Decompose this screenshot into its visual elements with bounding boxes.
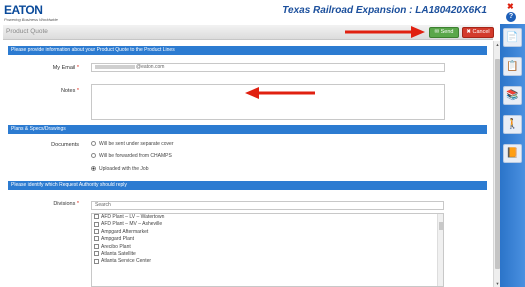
edit-books-icon[interactable]: 📙: [503, 144, 522, 163]
project-title: Texas Railroad Expansion : LA180420X6K1: [282, 5, 487, 16]
list-scroll-thumb[interactable]: [439, 222, 443, 230]
cancel-button[interactable]: ✖ Cancel: [462, 27, 494, 38]
list-item[interactable]: Ampgard Aftermarket: [92, 229, 443, 236]
checkbox-icon[interactable]: [94, 243, 99, 249]
eaton-logo: EATON: [4, 3, 43, 17]
list-item[interactable]: AFD Plant – MV – Asheville: [92, 221, 443, 228]
list-item[interactable]: Ampgard Plant: [92, 236, 443, 243]
list-item[interactable]: AFD Plant – LV – Watertown: [92, 214, 443, 221]
books-icon[interactable]: 📚: [503, 86, 522, 105]
toolbar-title: Product Quote: [6, 28, 48, 35]
divisions-label: Divisions *: [53, 201, 79, 207]
divisions-search-input[interactable]: Search: [91, 201, 444, 210]
list-item[interactable]: Arecibo Plant: [92, 244, 443, 251]
checkbox-icon[interactable]: [94, 221, 99, 227]
document-icon[interactable]: 📄: [503, 28, 522, 47]
list-item[interactable]: Atlanta Satellite: [92, 251, 443, 258]
divisions-list[interactable]: AFD Plant – LV – Watertown AFD Plant – M…: [91, 213, 444, 287]
close-icon[interactable]: ✖: [507, 2, 514, 11]
documents-label: Documents: [51, 142, 79, 148]
checkbox-icon[interactable]: [94, 214, 99, 220]
send-arrow-annotation: [345, 26, 425, 38]
checkbox-icon[interactable]: [94, 258, 99, 264]
quote-form: Please provide information about your Pr…: [3, 41, 492, 287]
radio-separate-cover[interactable]: Will be sent under separate cover: [91, 141, 173, 147]
checkbox-icon[interactable]: [94, 236, 99, 242]
list-item[interactable]: Atlanta Service Center: [92, 258, 443, 265]
app-header: EATON Powering Business Worldwide Texas …: [0, 0, 525, 24]
notes-arrow-annotation: [245, 87, 315, 99]
checkbox-icon[interactable]: [94, 228, 99, 234]
section-header-plans: Plans & Specs/Drawings: [8, 125, 487, 134]
person-icon[interactable]: 🚶: [503, 115, 522, 134]
section-header-info: Please provide information about your Pr…: [8, 46, 487, 55]
send-button[interactable]: ✉ Send: [429, 27, 459, 38]
checkbox-icon[interactable]: [94, 251, 99, 257]
notes-label: Notes *: [60, 88, 79, 94]
help-icon[interactable]: ?: [506, 12, 516, 22]
list-scrollbar[interactable]: [437, 214, 443, 286]
logo-tagline: Powering Business Worldwide: [4, 17, 58, 22]
radio-selected-icon[interactable]: [91, 166, 96, 172]
page-scrollbar[interactable]: ▲ ▼: [493, 41, 500, 287]
list-icon[interactable]: 📋: [503, 57, 522, 76]
right-sidebar: 📄 📋 📚 🚶 📙: [500, 24, 525, 287]
radio-icon[interactable]: [91, 141, 96, 147]
email-field[interactable]: @eaton.com: [91, 63, 445, 72]
radio-icon[interactable]: [91, 153, 96, 159]
radio-uploaded[interactable]: Uploaded with the Job: [91, 166, 148, 172]
radio-champs[interactable]: Will be forwarded from CHAMPS: [91, 153, 172, 159]
section-header-authority: Please identify which Request Authority …: [8, 181, 487, 190]
email-label: My Email *: [52, 65, 79, 71]
